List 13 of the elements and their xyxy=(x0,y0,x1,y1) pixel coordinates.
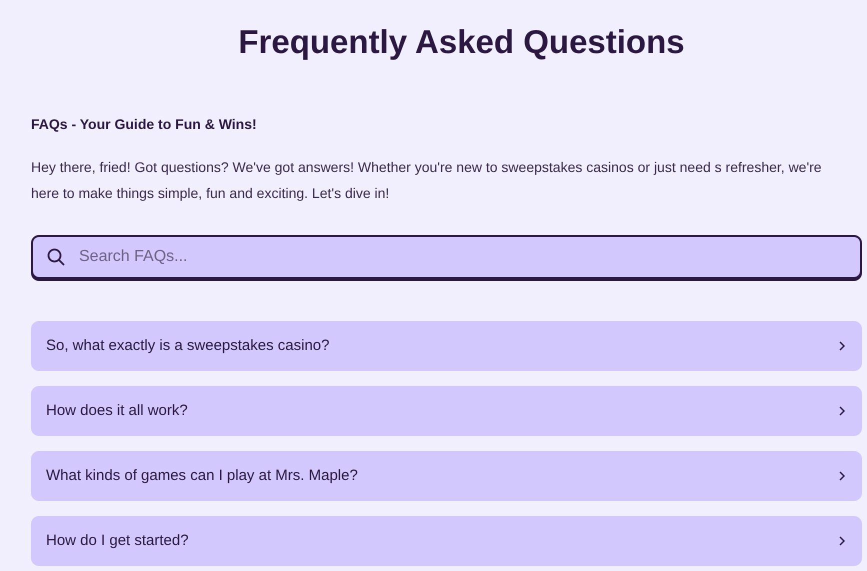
chevron-icon xyxy=(837,406,847,416)
section-subtitle: FAQs - Your Guide to Fun & Wins! xyxy=(31,115,258,134)
faq-item[interactable]: What kinds of games can I play at Mrs. Maple? xyxy=(31,451,862,501)
chevron-icon xyxy=(837,471,847,481)
faq-item[interactable]: How does it all work? xyxy=(31,386,862,436)
chevron-icon xyxy=(837,341,847,351)
page-title: Frequently Asked Questions xyxy=(237,22,686,62)
chevron-icon xyxy=(837,536,847,546)
search-icon xyxy=(47,248,65,266)
intro-paragraph: Hey there, fried! Got questions? We've got answers! Whether you're new to sweepstakes casinos or just need s refresher, we're here to make things simple, fun and exciting. Let's dive in! xyxy=(31,158,823,203)
search-field[interactable]: Search FAQs... xyxy=(31,235,862,279)
faq-item[interactable]: How do I get started? xyxy=(31,516,862,566)
faq-item[interactable]: So, what exactly is a sweepstakes casino? xyxy=(31,321,862,371)
